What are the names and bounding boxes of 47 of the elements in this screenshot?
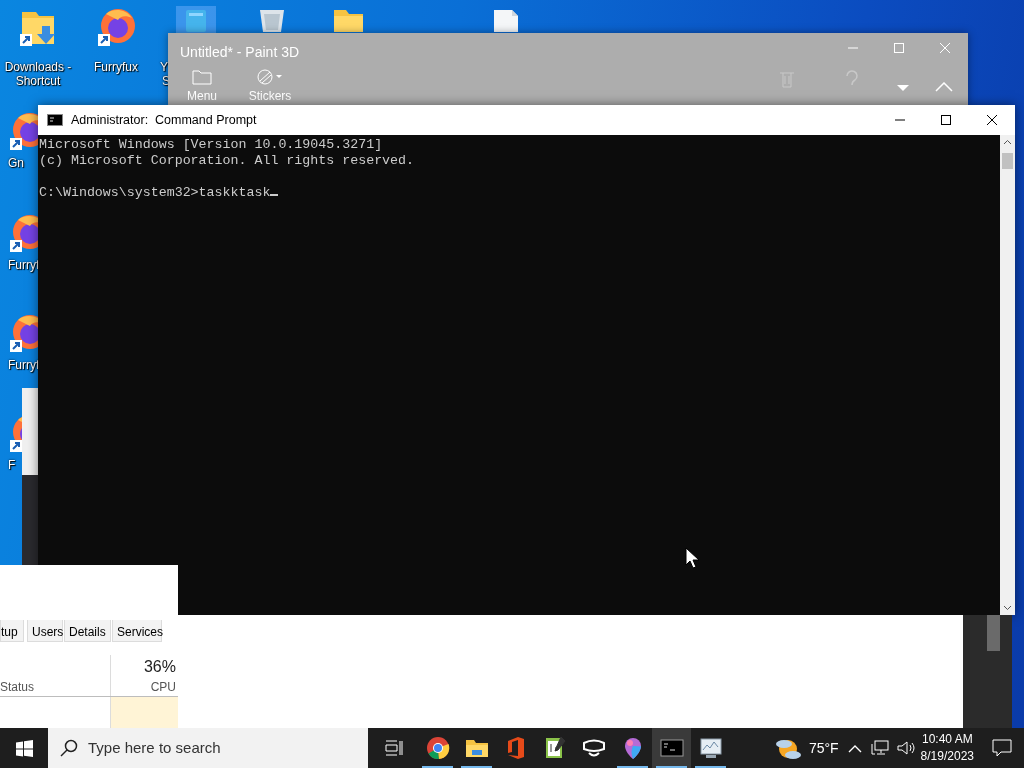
tab[interactable]: Users (27, 620, 63, 642)
console-icon[interactable] (659, 736, 684, 760)
sticker-icon (256, 69, 284, 85)
console-output-line: (c) Microsoft Corporation. All rights reserved. (39, 153, 415, 168)
windows-logo-icon[interactable] (15, 739, 33, 757)
search-field[interactable]: Type here to search (48, 728, 368, 768)
icon-label: Downloads - (4, 60, 72, 74)
tab[interactable]: Services (112, 620, 162, 642)
icon-label: Furryf (8, 258, 40, 272)
column-header[interactable]: CPU (130, 678, 176, 696)
notification-icon[interactable] (992, 739, 1012, 757)
monitor-chart-icon[interactable] (698, 736, 723, 760)
console-output-line: Microsoft Windows [Version 10.0.19045.3271] (39, 137, 383, 152)
icon-label: Gn (8, 156, 24, 170)
window-title: Untitled* - Paint 3D (180, 43, 300, 62)
scroll-thumb[interactable] (987, 615, 1000, 651)
column-value: 36% (142, 657, 176, 677)
window-title: Administrator: Command Prompt (71, 111, 257, 129)
search-icon (60, 739, 78, 757)
icon-label: F (8, 458, 16, 472)
scroll-thumb[interactable] (1002, 153, 1013, 169)
browser-shortcut-icon (96, 6, 136, 48)
scrollbar[interactable] (1000, 135, 1015, 615)
tab[interactable]: tup (0, 620, 24, 642)
maximize-icon[interactable] (939, 114, 953, 126)
text-cursor (270, 194, 279, 196)
task-view-icon[interactable] (385, 740, 403, 756)
icon-label: Furryfux (94, 60, 138, 74)
console-icon (47, 114, 63, 126)
icon-label: Shortcut (15, 74, 61, 88)
tab[interactable]: Details (64, 620, 111, 642)
chevron-up-icon[interactable] (846, 743, 863, 753)
clock[interactable]: 10:40 AM 8/19/2023 (920, 728, 974, 768)
scrollbar[interactable] (963, 615, 1012, 728)
folder-icon (192, 69, 212, 85)
close-icon[interactable] (985, 114, 999, 126)
icon-label: Y (160, 60, 168, 74)
weather-widget[interactable]: 75°F (774, 728, 839, 768)
taskbar-app-button[interactable] (652, 728, 691, 768)
table-cell (111, 697, 178, 728)
mouse-pointer-icon (685, 547, 699, 569)
network-icon[interactable] (870, 740, 889, 756)
chrome-icon[interactable] (425, 736, 450, 760)
speaker-icon[interactable] (896, 740, 917, 756)
command-line[interactable]: C:\Windows\system32>taskktask (39, 185, 271, 200)
icon-label: Furryf (8, 358, 40, 372)
column-header[interactable]: Status (0, 678, 35, 696)
